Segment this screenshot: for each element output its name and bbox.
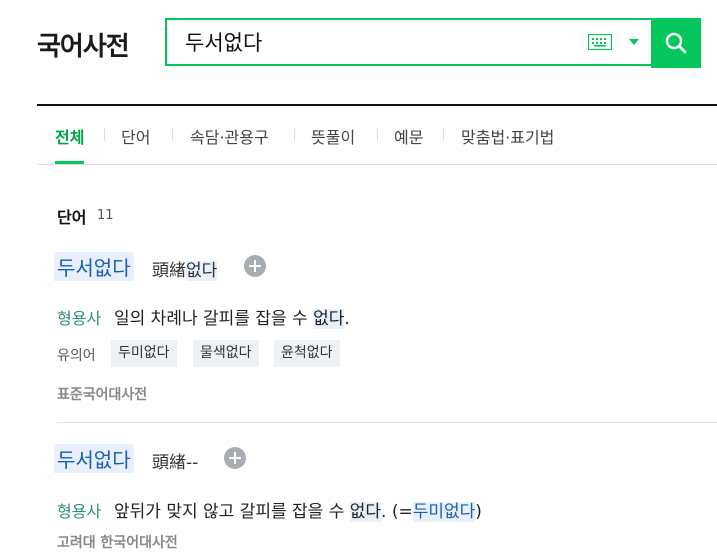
- section-count: 11: [97, 208, 114, 223]
- tab-divider: [172, 128, 173, 141]
- synonym-chip[interactable]: 두미없다: [111, 340, 177, 367]
- add-to-wordbook-icon[interactable]: [224, 447, 246, 469]
- part-of-speech: 형용사: [57, 309, 102, 328]
- dictionary-source: 표준국어대사전: [57, 387, 148, 403]
- tab-divider: [377, 128, 378, 141]
- search-input[interactable]: [185, 26, 575, 58]
- dictionary-logo[interactable]: 국어사전: [37, 26, 130, 63]
- entry-hanja: 頭緖--: [152, 453, 199, 473]
- tab-words[interactable]: 단어: [121, 124, 150, 164]
- entry-divider: [57, 422, 717, 423]
- entry-word[interactable]: 두서없다: [54, 252, 134, 281]
- search-button[interactable]: [651, 18, 701, 68]
- keyboard-icon[interactable]: [588, 34, 612, 50]
- tab-idioms[interactable]: 속담·관용구: [190, 124, 269, 164]
- definition: 일의 차례나 갈피를 잡을 수 없다.: [114, 309, 350, 329]
- dictionary-source: 고려대 한국어대사전: [57, 535, 178, 551]
- search-box: [165, 18, 651, 66]
- dropdown-arrow-icon[interactable]: [629, 39, 639, 45]
- part-of-speech: 형용사: [57, 502, 102, 521]
- entry-hanja: 頭緖없다: [152, 261, 218, 281]
- definition: 앞뒤가 맞지 않고 갈피를 잡을 수 없다. (=두미없다): [114, 502, 482, 522]
- tab-all[interactable]: 전체: [55, 124, 85, 164]
- tab-examples[interactable]: 예문: [394, 124, 423, 164]
- entry-word[interactable]: 두서없다: [54, 444, 134, 473]
- tab-divider: [443, 128, 444, 141]
- search-icon: [665, 32, 687, 54]
- synonym-chip[interactable]: 물색없다: [193, 340, 259, 367]
- tab-bar: 전체 단어 속담·관용구 뜻풀이 예문 맞춤법·표기법: [37, 106, 717, 164]
- tab-divider: [294, 128, 295, 141]
- tab-divider: [104, 128, 105, 141]
- tabs-divider: [37, 164, 717, 165]
- synonym-link[interactable]: 두미없다: [412, 502, 476, 522]
- tab-spelling[interactable]: 맞춤법·표기법: [461, 124, 554, 164]
- tab-definitions[interactable]: 뜻풀이: [311, 124, 355, 164]
- section-title: 단어: [57, 208, 87, 227]
- add-to-wordbook-icon[interactable]: [244, 255, 266, 277]
- synonym-chip[interactable]: 윤척없다: [274, 340, 340, 367]
- synonym-label: 유의어: [57, 348, 96, 364]
